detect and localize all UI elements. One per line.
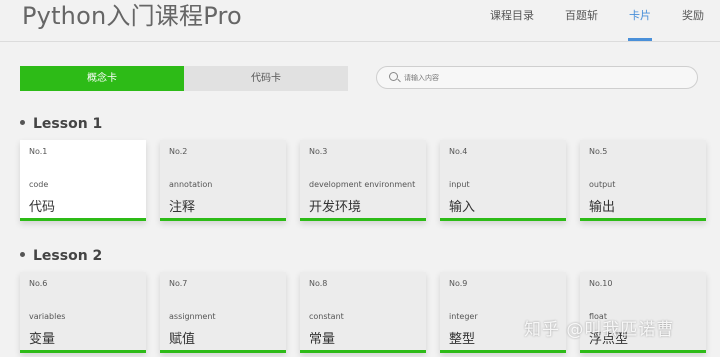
card-number: No.2 <box>169 147 188 156</box>
card-number: No.3 <box>309 147 328 156</box>
card-english-term: float <box>589 312 607 321</box>
card-chinese-term: 赋值 <box>169 332 196 347</box>
card-english-term: output <box>589 180 616 189</box>
card-number: No.1 <box>29 147 48 156</box>
card-number: No.6 <box>29 279 48 288</box>
card-number: No.4 <box>449 147 468 156</box>
search-box[interactable] <box>376 66 698 89</box>
concept-card[interactable]: No.6 variables 变量 <box>20 272 146 353</box>
concept-card[interactable]: No.7 assignment 赋值 <box>160 272 286 353</box>
card-english-term: assignment <box>169 312 216 321</box>
concept-card[interactable]: No.2 annotation 注释 <box>160 140 286 221</box>
lesson-1-cards: No.1 code 代码 No.2 annotation 注释 No.3 dev… <box>20 140 706 221</box>
card-chinese-term: 开发环境 <box>309 200 362 215</box>
card-chinese-term: 整型 <box>449 332 476 347</box>
card-chinese-term: 浮点型 <box>589 332 629 347</box>
card-chinese-term: 常量 <box>309 332 336 347</box>
concept-card[interactable]: No.8 constant 常量 <box>300 272 426 353</box>
concept-card-tab[interactable]: 概念卡 <box>20 66 184 91</box>
card-english-term: constant <box>309 312 344 321</box>
concept-card[interactable]: No.10 float 浮点型 <box>580 272 706 353</box>
concept-card[interactable]: No.5 output 输出 <box>580 140 706 221</box>
lesson-title-text: Lesson 2 <box>33 248 103 264</box>
card-number: No.7 <box>169 279 188 288</box>
concept-card[interactable]: No.3 development environment 开发环境 <box>300 140 426 221</box>
nav-item-course-catalog[interactable]: 课程目录 <box>490 0 534 42</box>
card-number: No.10 <box>589 279 613 288</box>
card-chinese-term: 输出 <box>589 200 616 215</box>
card-chinese-term: 注释 <box>169 200 196 215</box>
card-english-term: integer <box>449 312 478 321</box>
card-chinese-term: 输入 <box>449 200 476 215</box>
lesson-2-cards: No.6 variables 变量 No.7 assignment 赋值 No.… <box>20 272 706 353</box>
bullet-icon <box>20 251 25 257</box>
card-english-term: variables <box>29 312 66 321</box>
lesson-2-title: Lesson 2 <box>20 248 102 264</box>
card-type-toggle: 概念卡 代码卡 <box>20 66 348 91</box>
concept-card[interactable]: No.4 input 输入 <box>440 140 566 221</box>
card-number: No.9 <box>449 279 468 288</box>
nav-item-rewards[interactable]: 奖励 <box>682 0 704 42</box>
card-chinese-term: 变量 <box>29 332 56 347</box>
code-card-tab[interactable]: 代码卡 <box>184 66 348 91</box>
lesson-1-title: Lesson 1 <box>20 116 102 132</box>
bullet-icon <box>20 119 25 125</box>
header: Python入门课程Pro 课程目录 百题斩 卡片 奖励 <box>0 0 720 42</box>
card-english-term: annotation <box>169 180 213 189</box>
top-nav: 课程目录 百题斩 卡片 奖励 <box>459 0 704 42</box>
search-input[interactable] <box>404 68 684 87</box>
card-english-term: development environment <box>309 180 416 189</box>
concept-card[interactable]: No.1 code 代码 <box>20 140 146 221</box>
card-english-term: input <box>449 180 470 189</box>
nav-item-cards[interactable]: 卡片 <box>628 0 652 42</box>
nav-item-exercises[interactable]: 百题斩 <box>565 0 598 42</box>
concept-card[interactable]: No.9 integer 整型 <box>440 272 566 353</box>
card-number: No.5 <box>589 147 608 156</box>
card-english-term: code <box>29 180 49 189</box>
lesson-title-text: Lesson 1 <box>33 116 103 132</box>
course-page: Python入门课程Pro 课程目录 百题斩 卡片 奖励 概念卡 代码卡 Les… <box>0 0 720 357</box>
card-chinese-term: 代码 <box>29 200 56 215</box>
search-icon <box>389 72 398 81</box>
card-number: No.8 <box>309 279 328 288</box>
app-title: Python入门课程Pro <box>22 2 242 30</box>
